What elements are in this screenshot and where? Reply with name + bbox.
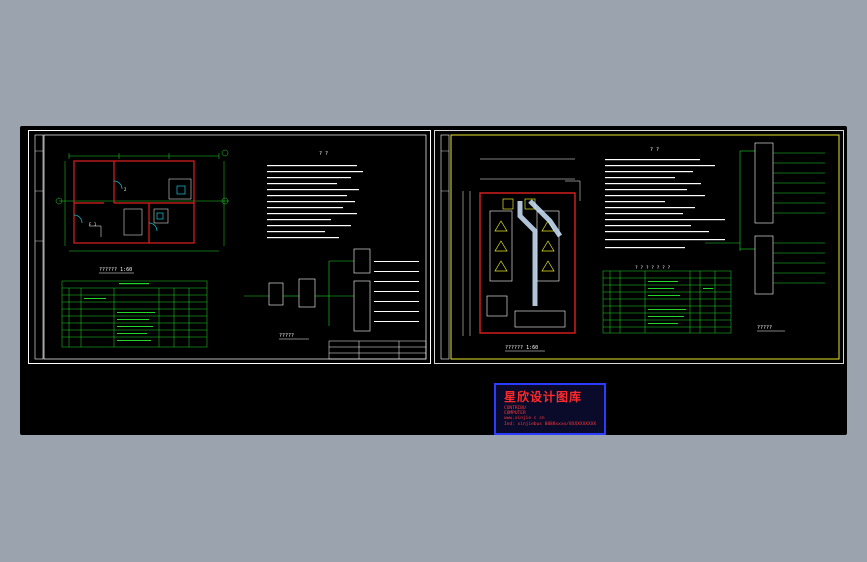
right-notes-text: [605, 159, 725, 249]
left-drawing-sheet: F 1 2 ?????? 1:60 ? ? ?????: [28, 130, 431, 364]
stamp-line-3: www.xinjie c cn: [504, 416, 545, 421]
svg-text:2: 2: [124, 187, 127, 192]
stamp-title: 星欣设计图库: [504, 390, 583, 404]
right-notes-heading: ? ?: [650, 147, 659, 153]
layout-label: ?????? 1:60: [505, 345, 538, 351]
right-sheet-drawing: ?????? 1:60 ? ? ? ? ? ? ? ? ? ?????: [440, 134, 840, 360]
right-schematic: [705, 142, 825, 295]
left-title-block: [328, 340, 427, 360]
right-table-heading: ? ? ? ? ? ? ?: [635, 265, 671, 271]
left-notes-heading: ? ?: [319, 151, 328, 157]
stamp-line-4: Ind: xinjiebus 8888xxxx/8XXXXXXXXX: [504, 422, 597, 427]
left-sheet-drawing: F 1 2 ?????? 1:60 ? ? ?????: [34, 134, 427, 360]
left-notes-text: [267, 165, 363, 239]
svg-text:F 1: F 1: [89, 222, 97, 227]
watermark-stamp: 星欣设计图库 CONTRIBU COMPUTER www.xinjie c cn…: [494, 383, 606, 435]
left-equipment-table: [61, 280, 208, 348]
right-drawing-sheet: ?????? 1:60 ? ? ? ? ? ? ? ? ? ?????: [434, 130, 844, 364]
floor-plan-label: ?????? 1:60: [99, 267, 132, 273]
floor-plan: [55, 149, 229, 252]
left-schematic-label: ?????: [279, 333, 294, 339]
right-schematic-label: ?????: [757, 325, 772, 331]
left-schematic: [244, 248, 371, 332]
cad-viewport[interactable]: F 1 2 ?????? 1:60 ? ? ????? ?????? 1:60 …: [20, 126, 847, 435]
